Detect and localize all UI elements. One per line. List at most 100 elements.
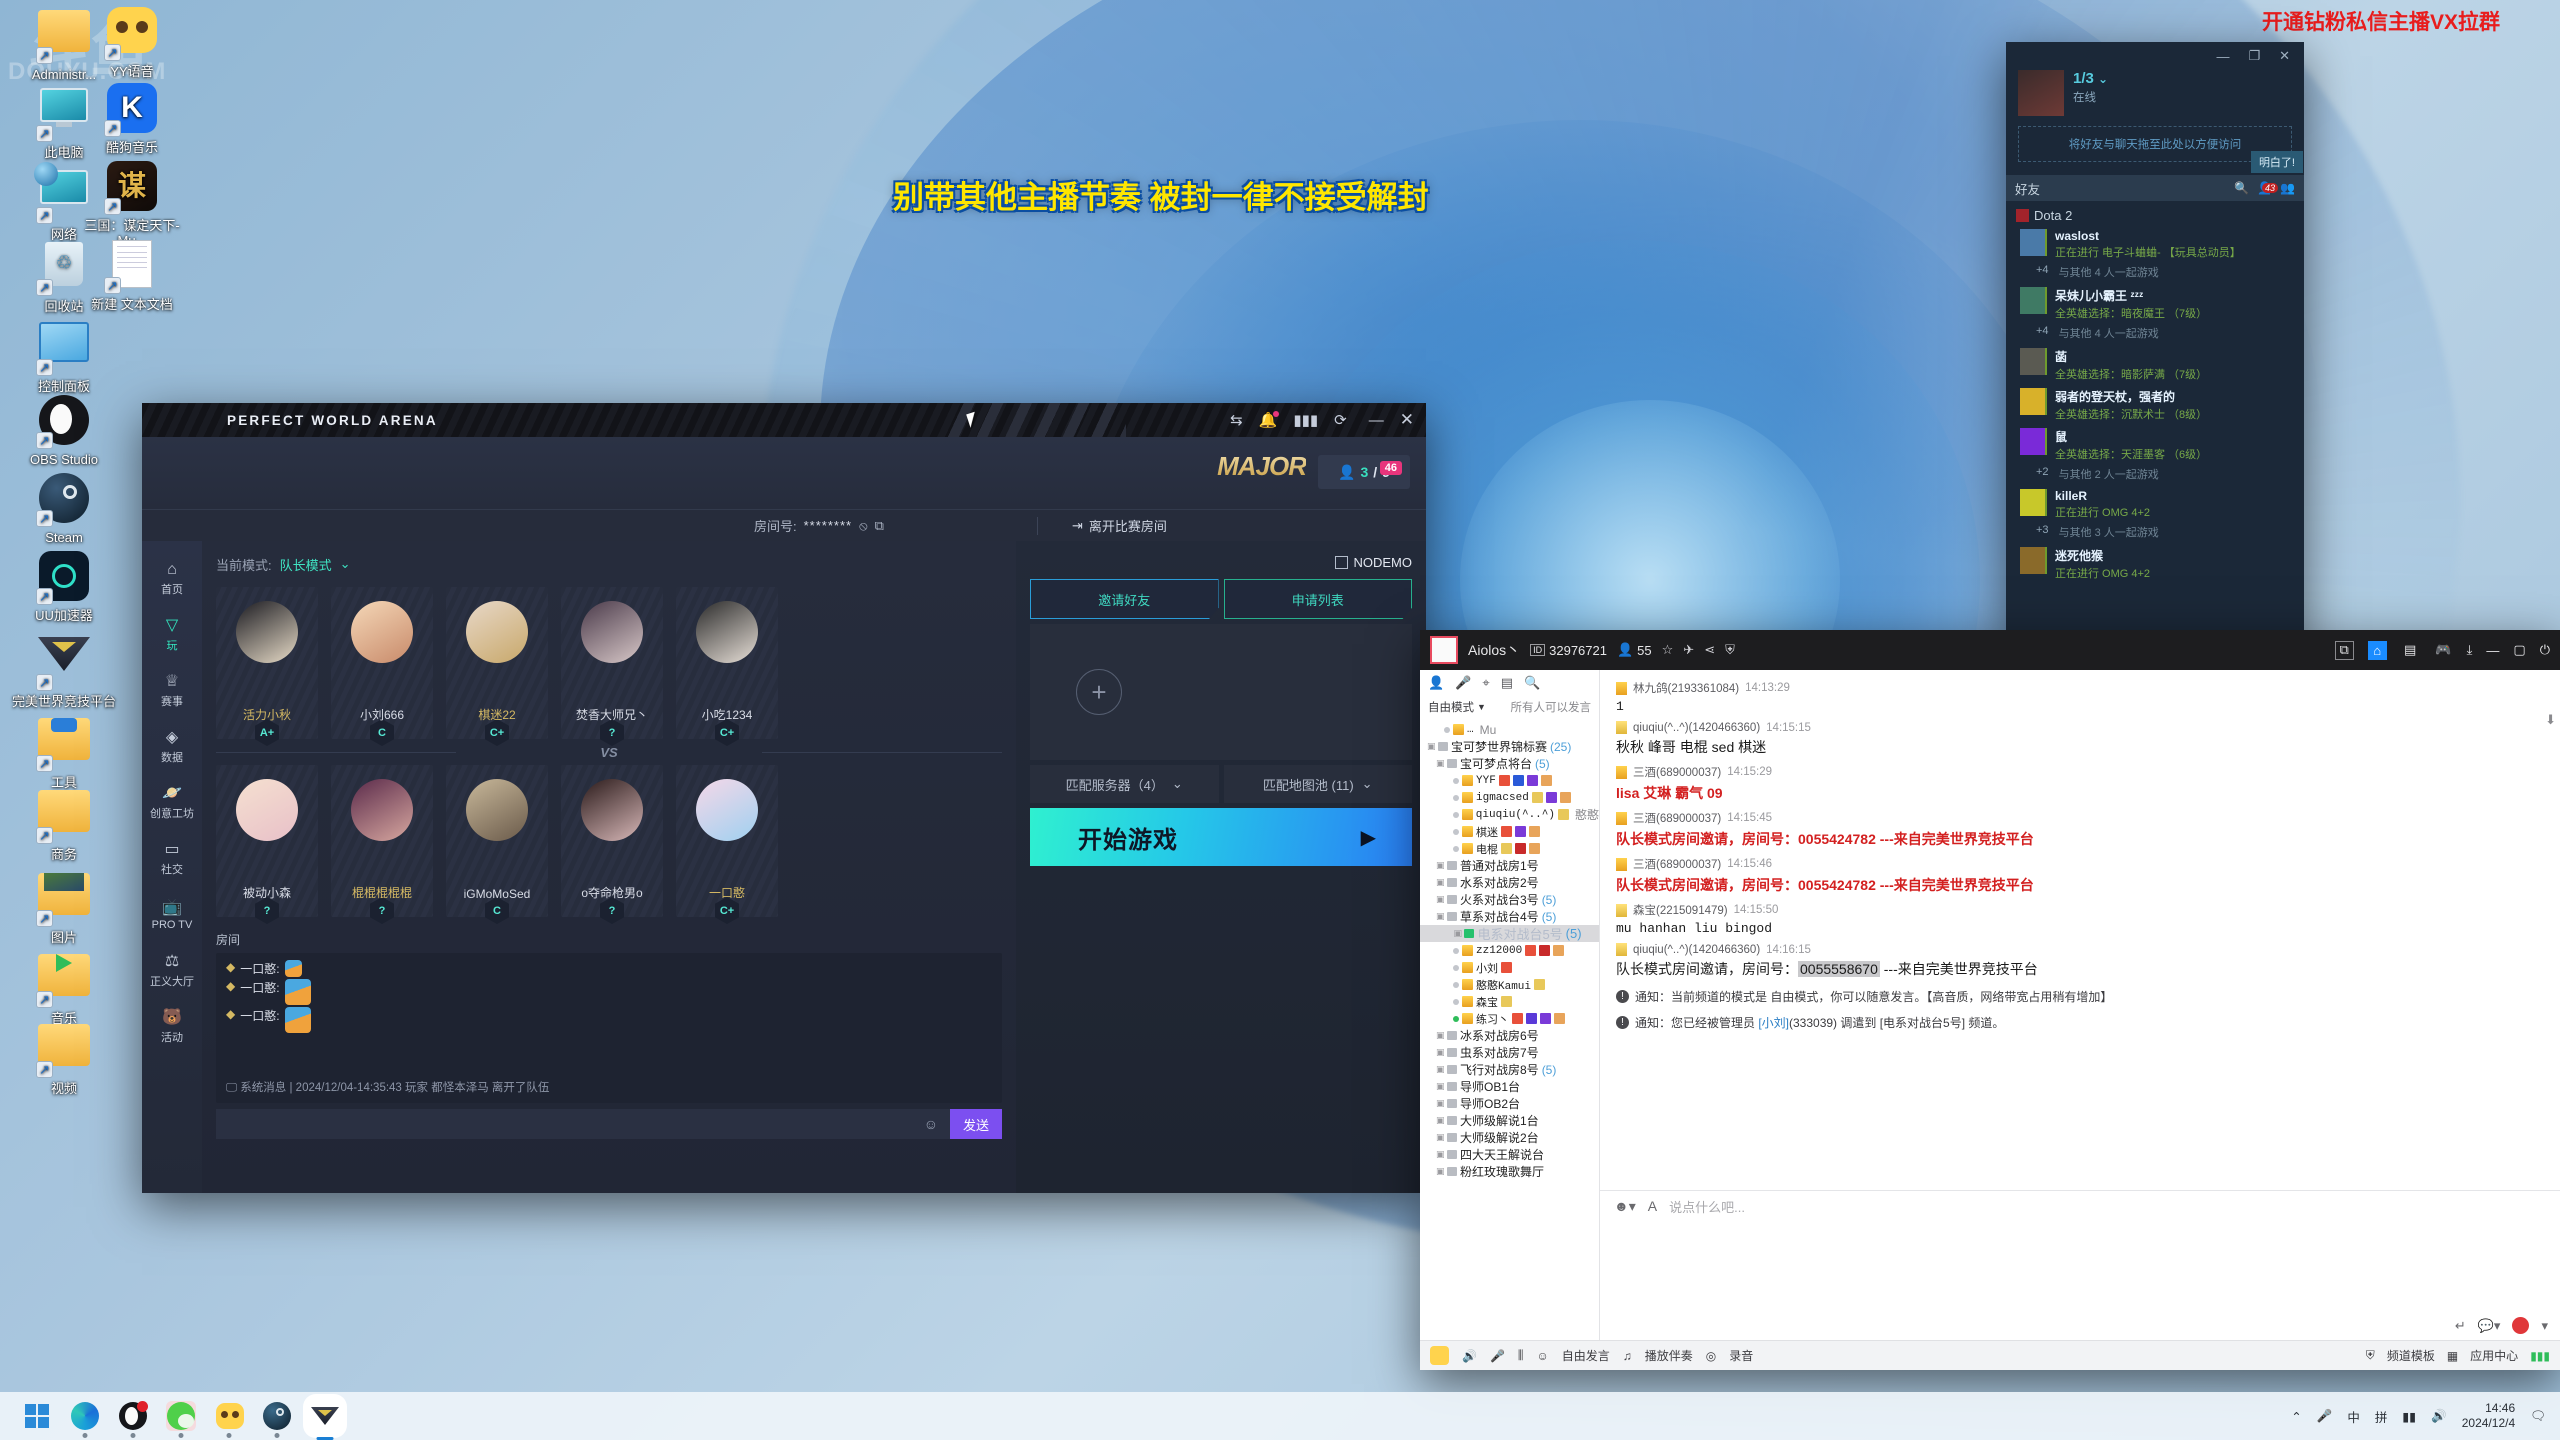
- expand-icon[interactable]: ▣: [1436, 877, 1445, 888]
- avatar[interactable]: [2018, 70, 2064, 116]
- copy-icon[interactable]: ⧉: [875, 518, 884, 534]
- notice-link[interactable]: [小刘]: [1758, 1016, 1789, 1030]
- tree-user[interactable]: 棋迷: [1420, 823, 1599, 840]
- invite-friend-button[interactable]: 邀请好友: [1030, 579, 1219, 619]
- mic-icon[interactable]: 🎤: [2317, 1409, 2333, 1424]
- record-label[interactable]: 录音: [1729, 1347, 1753, 1364]
- steam-category-dota2[interactable]: Dota 2: [2006, 201, 2304, 226]
- tree-channel[interactable]: ▣ 飞行对战房8号 (5): [1420, 1061, 1599, 1078]
- grid-icon[interactable]: ▦: [2447, 1349, 2458, 1363]
- tree-channel[interactable]: ▣ 虫系对战房7号: [1420, 1044, 1599, 1061]
- mic-icon[interactable]: 🎤: [1455, 675, 1471, 691]
- tree-user[interactable]: 森宝: [1420, 993, 1599, 1010]
- add-friend-icon[interactable]: 👥: [2280, 181, 2295, 195]
- tree-user[interactable]: igmacsed: [1420, 789, 1599, 806]
- steam-status-count[interactable]: 1/3 ⌄: [2073, 70, 2108, 87]
- chevron-down-icon[interactable]: ⌄: [340, 556, 351, 572]
- expand-icon[interactable]: ▣: [1427, 741, 1436, 752]
- tree-channel[interactable]: ▣ 大师级解说2台: [1420, 1129, 1599, 1146]
- player-card[interactable]: ? 焚香大师兄丶: [561, 587, 663, 746]
- sidebar-item-data[interactable]: ◈ 数据: [142, 719, 202, 775]
- scroll-to-bottom-icon[interactable]: ⬇: [2545, 712, 2556, 728]
- match-server-select[interactable]: 匹配服务器（4） ⌄: [1030, 765, 1219, 803]
- download-icon[interactable]: ⤓: [2467, 642, 2473, 658]
- player-card[interactable]: CiGMoMoSed: [446, 765, 548, 924]
- message-sender[interactable]: 三酒(689000037): [1633, 764, 1721, 780]
- shield-refresh-icon[interactable]: ⟳: [1334, 411, 1347, 429]
- person-icon[interactable]: 👤: [1428, 675, 1444, 691]
- yy-compose-tools[interactable]: ☻▾ A 说点什么吧...: [1600, 1191, 2560, 1221]
- clock[interactable]: 14:46 2024/12/4: [2462, 1401, 2515, 1431]
- equalizer-icon[interactable]: ⫼: [1518, 1348, 1524, 1363]
- expand-icon[interactable]: ▣: [1436, 1047, 1445, 1058]
- add-slot-icon[interactable]: +: [1076, 669, 1122, 715]
- friend-entry[interactable]: 弱者的登天杖，强者的 全英雄选择：沉默术士 （8级）: [2006, 385, 2304, 425]
- tree-user[interactable]: … Mu: [1420, 721, 1599, 738]
- tree-channel[interactable]: ▣ 宝可梦世界锦标赛 (25): [1420, 738, 1599, 755]
- close-icon[interactable]: ✕: [2279, 48, 2290, 64]
- player-card[interactable]: ? 被动小森: [216, 765, 318, 924]
- player-card[interactable]: ? 棍棍棍棍棍: [331, 765, 433, 924]
- friend-group[interactable]: +4 与其他 4 人一起游戏: [2006, 324, 2304, 345]
- power-icon[interactable]: ⏻: [2540, 642, 2550, 658]
- expand-icon[interactable]: ▣: [1436, 1081, 1445, 1092]
- send-button[interactable]: 发送: [950, 1109, 1002, 1139]
- yy-voice-window[interactable]: Aiolos丶 ID 32976721 👤 55 ☆ ✈ ⋖ ⛨ ⧉ ⌂ ▤ 🎮 ⤓…: [1420, 630, 2560, 1370]
- appcenter-label[interactable]: 应用中心: [2470, 1347, 2518, 1364]
- player-card[interactable]: C+ 一口憨: [676, 765, 778, 924]
- mic-icon[interactable]: 🎤: [1490, 1349, 1505, 1363]
- taskbar-start-icon[interactable]: [22, 1401, 52, 1431]
- mode-bar[interactable]: 当前模式: 队长模式 ⌄: [216, 551, 1002, 577]
- taskbar-tray[interactable]: ⌃ 🎤 中 拼 ▮▮ 🔊 14:46 2024/12/4 🗨: [2291, 1401, 2546, 1431]
- player-card[interactable]: C 小刘666: [331, 587, 433, 746]
- desktop-icon-kugou[interactable]: K 酷狗音乐: [78, 82, 186, 155]
- taskbar[interactable]: ⌃ 🎤 中 拼 ▮▮ 🔊 14:46 2024/12/4 🗨: [0, 1392, 2560, 1440]
- friend-entry[interactable]: 迷死他猴 正在进行 OMG 4+2: [2006, 544, 2304, 584]
- tree-channel[interactable]: ▣ 火系对战台3号 (5): [1420, 891, 1599, 908]
- sidebar-item-workshop[interactable]: 🪐 创意工坊: [142, 775, 202, 831]
- chat-icon[interactable]: 💬▾: [2478, 1318, 2501, 1334]
- shield-icon[interactable]: ⛨: [1725, 642, 1735, 658]
- maximize-icon[interactable]: ❐: [2248, 48, 2260, 64]
- message-sender[interactable]: qiuqiu(^..^)(1420466360): [1633, 944, 1760, 956]
- mode-value[interactable]: 队长模式: [280, 555, 332, 574]
- taskbar-yy-icon[interactable]: [214, 1401, 244, 1438]
- steam-friends-window[interactable]: — ❐ ✕ 1/3 ⌄ 在线 将好友与聊天拖至此处以方便访问 明白了! 好友 🔍…: [2006, 42, 2304, 642]
- expand-icon[interactable]: ▣: [1436, 894, 1445, 905]
- desktop-icon-folder6[interactable]: 视频: [10, 1018, 118, 1096]
- more-icon[interactable]: ▾: [2541, 1318, 2548, 1334]
- message-sender[interactable]: qiuqiu(^..^)(1420466360): [1633, 722, 1760, 734]
- message-sender[interactable]: 森宝(2215091479): [1633, 902, 1728, 918]
- ime-mode-icon[interactable]: 拼: [2375, 1407, 2388, 1426]
- friend-group[interactable]: +2 与其他 2 人一起游戏: [2006, 465, 2304, 486]
- swap-icon[interactable]: ⇆: [1230, 411, 1243, 429]
- friend-group[interactable]: +4 与其他 4 人一起游戏: [2006, 263, 2304, 284]
- match-map-select[interactable]: 匹配地图池 (11) ⌄: [1223, 765, 1412, 803]
- minimize-icon[interactable]: —: [2216, 49, 2229, 64]
- free-speak-label[interactable]: 自由发言: [1562, 1347, 1610, 1364]
- expand-icon[interactable]: ▣: [1436, 1098, 1445, 1109]
- font-icon[interactable]: A: [1648, 1198, 1657, 1214]
- tree-user[interactable]: 小刘: [1420, 959, 1599, 976]
- tree-channel[interactable]: ▣ 粉红玫瑰歌舞厅: [1420, 1163, 1599, 1180]
- expand-icon[interactable]: ▣: [1436, 911, 1445, 922]
- desktop-icon-obs[interactable]: OBS Studio: [10, 394, 118, 467]
- nodemo-row[interactable]: NODEMO: [1030, 551, 1412, 573]
- expand-icon[interactable]: ▣: [1453, 928, 1462, 939]
- steam-window-controls[interactable]: — ❐ ✕: [2006, 42, 2304, 70]
- notification-icon[interactable]: 🗨: [2530, 1409, 2546, 1424]
- yy-channel-tree[interactable]: … Mu ▣ 宝可梦世界锦标赛 (25) ▣ 宝可梦点将台 (5) YYF igmacsed qiu…: [1420, 718, 1599, 1180]
- tree-channel[interactable]: ▣ 普通对战房1号: [1420, 857, 1599, 874]
- apply-list-button[interactable]: 申请列表: [1223, 579, 1412, 619]
- mic-record-icon[interactable]: [2512, 1317, 2530, 1334]
- friend-entry[interactable]: 鼠全英雄选择：天涯墨客 （6级） +2 与其他 2 人一起游戏: [2006, 425, 2304, 486]
- player-card[interactable]: A+ 活力小秋: [216, 587, 318, 746]
- yy-mode-value[interactable]: 自由模式: [1428, 699, 1474, 715]
- taskbar-pwa-icon[interactable]: [310, 1401, 340, 1440]
- tree-user[interactable]: qiuqiu(^..^) 憨憨: [1420, 806, 1599, 823]
- desktop-icon-sanguo[interactable]: 谋三国：谋定天下-Mu...: [78, 160, 186, 248]
- enter-send-icon[interactable]: ↵: [2455, 1318, 2466, 1334]
- expand-icon[interactable]: ▣: [1436, 1132, 1445, 1143]
- tree-user[interactable]: YYF: [1420, 772, 1599, 789]
- message-sender[interactable]: 林九鸽(2193361084): [1633, 680, 1739, 696]
